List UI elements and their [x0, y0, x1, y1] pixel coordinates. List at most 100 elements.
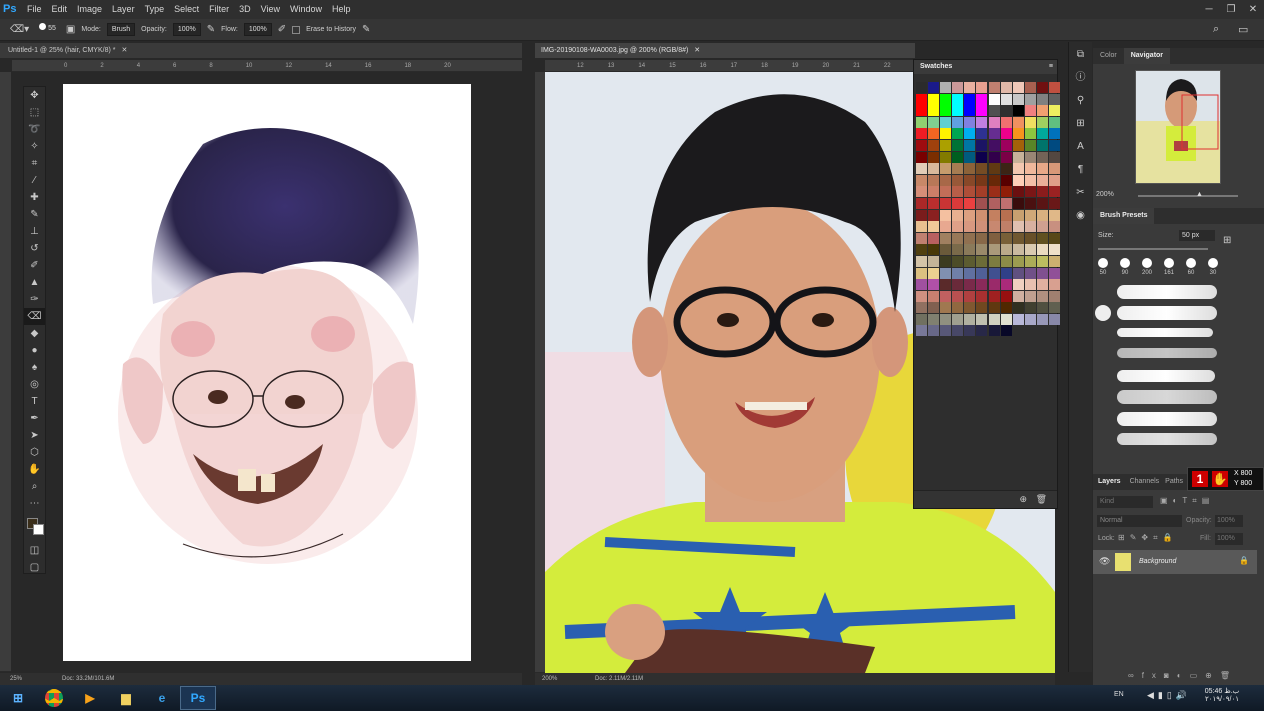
color-swatch[interactable] [928, 174, 940, 186]
color-swatch[interactable] [952, 302, 964, 314]
color-swatch[interactable] [940, 139, 952, 151]
menu-3d[interactable]: 3D [234, 0, 256, 19]
color-swatch[interactable] [916, 232, 927, 244]
color-swatch[interactable] [952, 209, 964, 221]
shape-tool-icon[interactable]: ⬡ [24, 444, 45, 461]
color-swatch[interactable] [964, 255, 976, 267]
tools-presets-icon[interactable]: ✂ [1069, 183, 1092, 203]
color-swatch[interactable] [1036, 290, 1048, 302]
color-swatch[interactable] [1049, 209, 1061, 221]
clone-stamp-tool-icon[interactable]: ⊥ [24, 223, 45, 240]
lasso-tool-icon[interactable]: ➰ [24, 121, 45, 138]
color-swatch[interactable] [1024, 163, 1036, 175]
brush-size-preset[interactable]: 30 [1206, 258, 1220, 276]
menu-edit[interactable]: Edit [47, 0, 73, 19]
color-swatch[interactable] [952, 93, 964, 105]
color-swatch[interactable] [1000, 186, 1012, 198]
layer-comps-icon[interactable]: ◉ [1069, 206, 1092, 226]
zoom-level-1[interactable]: 25% [10, 673, 22, 685]
color-swatch[interactable] [952, 186, 964, 198]
color-swatch[interactable] [988, 255, 1000, 267]
color-swatch[interactable] [916, 93, 927, 105]
color-swatch[interactable] [1049, 105, 1061, 117]
color-swatch[interactable] [940, 313, 952, 325]
color-swatch[interactable] [964, 325, 976, 337]
tab-close-icon[interactable]: ✕ [121, 47, 127, 54]
layer-opacity-field[interactable]: 100% [1215, 515, 1243, 527]
color-swatch[interactable] [1024, 255, 1036, 267]
brush-tool-icon[interactable]: ✎ [24, 206, 45, 223]
color-swatch[interactable] [1049, 313, 1061, 325]
color-swatch[interactable] [988, 221, 1000, 233]
color-swatch[interactable] [952, 279, 964, 291]
color-swatch[interactable] [1049, 151, 1061, 163]
brush-preset-row[interactable] [1093, 304, 1264, 322]
menu-file[interactable]: File [22, 0, 47, 19]
color-swatch[interactable] [1049, 232, 1061, 244]
quick-mask-icon[interactable]: ◫ [24, 542, 45, 559]
dodge-tool-icon[interactable]: ♠ [24, 359, 45, 376]
color-swatch[interactable] [1012, 290, 1024, 302]
visibility-eye-icon[interactable]: 👁 [1099, 556, 1110, 567]
color-swatch[interactable] [916, 105, 927, 117]
marquee-tool-icon[interactable]: ⬚ [24, 104, 45, 121]
color-swatch[interactable] [976, 93, 988, 105]
paint-bucket-tool-icon[interactable]: ◆ [24, 325, 45, 342]
color-swatch[interactable] [1024, 139, 1036, 151]
minimize-icon[interactable]: ─ [1198, 0, 1220, 19]
color-swatch[interactable] [976, 139, 988, 151]
color-swatch[interactable] [952, 139, 964, 151]
color-swatch[interactable] [940, 128, 952, 140]
photoshop-taskbar-icon[interactable]: Ps [180, 686, 216, 710]
color-swatch[interactable] [940, 197, 952, 209]
color-swatch[interactable] [916, 139, 927, 151]
color-swatch[interactable] [976, 105, 988, 117]
file-explorer-icon[interactable]: ▆ [108, 686, 144, 710]
color-swatch[interactable] [952, 255, 964, 267]
color-swatch[interactable] [1000, 82, 1012, 93]
hand-tool-icon[interactable]: ✋ [24, 461, 45, 478]
color-swatch[interactable] [988, 232, 1000, 244]
color-swatch[interactable] [1000, 325, 1012, 337]
color-swatch[interactable] [928, 313, 940, 325]
color-swatch[interactable] [952, 197, 964, 209]
adjustments-icon[interactable]: ⚲ [1069, 91, 1092, 111]
color-swatch[interactable] [1012, 151, 1024, 163]
tab-navigator[interactable]: Navigator [1123, 48, 1171, 64]
color-swatch[interactable] [916, 209, 927, 221]
color-swatch[interactable] [916, 186, 927, 198]
color-swatch[interactable] [964, 186, 976, 198]
crop-tool-icon[interactable]: ⌗ [24, 155, 45, 172]
color-swatch[interactable] [1012, 221, 1024, 233]
color-swatch[interactable] [1024, 128, 1036, 140]
brush-size-field[interactable]: 50 px [1179, 230, 1215, 241]
color-swatch[interactable] [952, 82, 964, 93]
color-swatch[interactable] [928, 209, 940, 221]
color-swatch[interactable] [1012, 139, 1024, 151]
menu-type[interactable]: Type [140, 0, 170, 19]
zoom-level-2[interactable]: 200% [542, 673, 557, 685]
color-swatch[interactable] [1000, 151, 1012, 163]
tab-channels[interactable]: Channels [1126, 478, 1164, 485]
color-swatch[interactable] [976, 151, 988, 163]
color-swatch[interactable] [1012, 116, 1024, 128]
color-swatch[interactable] [1049, 82, 1061, 93]
color-swatch[interactable] [988, 290, 1000, 302]
color-swatch[interactable] [916, 128, 927, 140]
color-swatch[interactable] [916, 302, 927, 314]
color-swatch[interactable] [964, 279, 976, 291]
color-swatch[interactable] [1000, 313, 1012, 325]
clock[interactable]: 05:46 ب.ظ ۲۰۱۹/۰۹/۰۱ [1200, 687, 1244, 703]
color-swatch[interactable] [952, 232, 964, 244]
color-swatch[interactable] [928, 163, 940, 175]
color-swatch[interactable] [1036, 255, 1048, 267]
color-swatch[interactable] [964, 139, 976, 151]
color-swatch[interactable] [940, 82, 952, 93]
color-swatch[interactable] [1024, 267, 1036, 279]
color-swatch[interactable] [976, 255, 988, 267]
color-swatch[interactable] [1036, 174, 1048, 186]
color-swatch[interactable] [916, 244, 927, 256]
brush-size-slider[interactable] [1098, 248, 1208, 250]
history-panel-icon[interactable]: ⧉ [1069, 45, 1092, 65]
blur-tool-icon[interactable]: ● [24, 342, 45, 359]
